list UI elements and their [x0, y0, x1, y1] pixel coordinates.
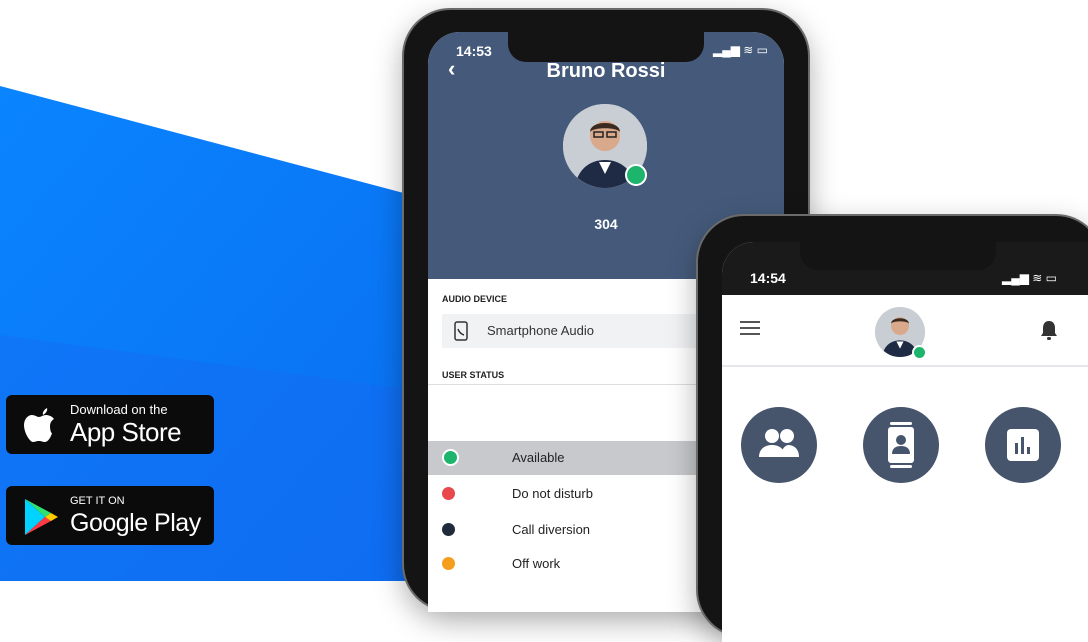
audio-device-header: AUDIO DEVICE: [442, 294, 508, 304]
phone-screen-right: 14:54 ▂▄▆ ≋ ▭: [722, 242, 1088, 642]
google-play-big-text: Google Play: [70, 509, 201, 537]
contact-name: Bruno Rossi: [546, 60, 666, 82]
user-status-header: USER STATUS: [442, 370, 505, 380]
presence-dot-small: [912, 345, 927, 360]
status-label-dnd: Do not disturb: [512, 486, 593, 501]
menu-icon[interactable]: [740, 321, 760, 335]
status-dot-call-diversion: [442, 523, 455, 536]
presence-dot: [625, 164, 647, 186]
status-bar-time-right: 14:54: [750, 270, 786, 286]
stats-button[interactable]: [985, 407, 1061, 483]
people-button[interactable]: [741, 407, 817, 483]
app-store-big-text: App Store: [70, 417, 182, 447]
contacts-button[interactable]: [863, 407, 939, 483]
phone-notch-left: [508, 30, 704, 62]
phone-notch-right: [800, 238, 996, 270]
contacts-icon: [888, 422, 914, 468]
apple-icon: [24, 408, 54, 442]
audio-device-value: Smartphone Audio: [487, 323, 594, 338]
status-dot-off-work: [442, 557, 455, 570]
people-icon: [759, 429, 799, 457]
status-dot-dnd: [442, 487, 455, 500]
status-bar-icons: ▂▄▆ ≋ ▭: [713, 43, 769, 57]
status-bar-icons-right: ▂▄▆ ≋ ▭: [1002, 271, 1058, 285]
smartphone-icon: [454, 321, 468, 341]
app-store-badge[interactable]: Download on the App Store: [6, 395, 214, 454]
status-label-available: Available: [512, 450, 565, 465]
status-label-off-work: Off work: [512, 556, 561, 571]
status-bar-time: 14:53: [456, 43, 492, 59]
app-store-small-text: Download on the: [70, 402, 168, 417]
google-play-badge[interactable]: GET IT ON Google Play: [6, 486, 214, 545]
google-play-icon: [25, 499, 58, 535]
app-header: [722, 295, 1088, 367]
phone-frame-right: 14:54 ▂▄▆ ≋ ▭: [698, 216, 1088, 642]
google-play-small-text: GET IT ON: [70, 495, 125, 507]
audio-device-selector[interactable]: Smartphone Audio: [442, 314, 702, 348]
status-dot-available: [442, 449, 459, 466]
bell-icon[interactable]: [1040, 319, 1058, 341]
stats-icon: [1007, 429, 1039, 461]
status-label-call-diversion: Call diversion: [512, 522, 591, 537]
